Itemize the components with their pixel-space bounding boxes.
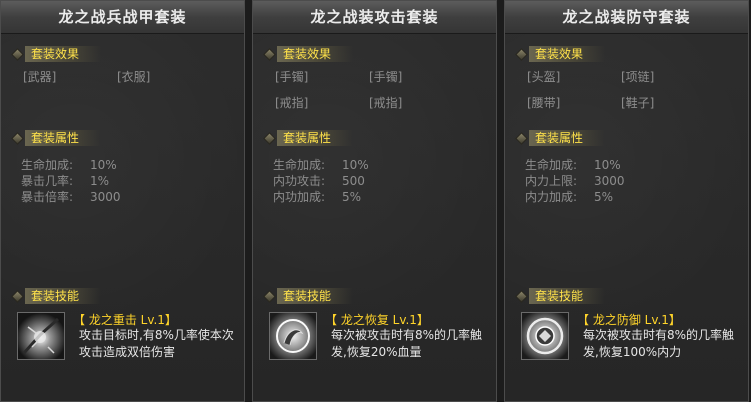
attr-name: 生命加成: — [273, 158, 326, 172]
set-skill-label: 套装技能 — [277, 288, 354, 304]
diamond-bullet-icon — [11, 131, 24, 145]
attr-row: 暴击几率: 1% — [21, 173, 121, 189]
attr-name: 生命加成: — [525, 158, 578, 172]
set-attr-label: 套装属性 — [529, 130, 606, 146]
skill-description: 攻击目标时,有8%几率使本次攻击造成双倍伤害 — [79, 328, 234, 359]
dragon-strike-icon[interactable] — [17, 312, 65, 360]
set-skill-header: 套装技能 — [11, 287, 102, 305]
attr-row: 内力加成: 5% — [525, 189, 625, 205]
attr-name: 内力上限: — [525, 174, 578, 188]
set-attr-list: 生命加成: 10% 暴击几率: 1% 暴击倍率: 3000 — [21, 157, 121, 205]
set-attr-header: 套装属性 — [263, 129, 354, 147]
dragon-defense-icon[interactable] — [521, 312, 569, 360]
slot-necklace[interactable]: [项链] — [621, 68, 654, 85]
slot-shoes[interactable]: [鞋子] — [621, 94, 654, 111]
attr-value: 3000 — [594, 174, 625, 188]
slot-helmet[interactable]: [头盔] — [527, 68, 560, 85]
panel-title: 龙之战装攻击套装 — [253, 1, 496, 34]
slot-ring-2[interactable]: [戒指] — [369, 94, 402, 111]
attr-value: 10% — [90, 158, 117, 172]
diamond-bullet-icon — [515, 131, 528, 145]
diamond-bullet-icon — [11, 289, 24, 303]
attr-row: 生命加成: 10% — [273, 157, 369, 173]
attr-row: 内功加成: 5% — [273, 189, 369, 205]
attr-name: 暴击倍率: — [21, 190, 74, 204]
attr-value: 1% — [90, 174, 110, 188]
set-attr-list: 生命加成: 10% 内功攻击: 500 内功加成: 5% — [273, 157, 369, 205]
skill-description: 每次被攻击时有8%的几率触发,恢复100%内力 — [583, 328, 735, 359]
attr-value: 10% — [594, 158, 621, 172]
set-panel-attack: 龙之战装攻击套装 套装效果 [手镯] [手镯] [戒指] [戒指] 套装属性 生… — [252, 0, 497, 402]
set-skill-label: 套装技能 — [529, 288, 606, 304]
attr-row: 暴击倍率: 3000 — [21, 189, 121, 205]
diamond-bullet-icon — [263, 289, 276, 303]
set-panel-defense: 龙之战装防守套装 套装效果 [头盔] [项链] [腰带] [鞋子] 套装属性 生… — [504, 0, 749, 402]
attr-value: 5% — [342, 190, 362, 204]
skill-name: 【 龙之重击 Lv.1】 — [73, 313, 177, 327]
attr-row: 生命加成: 10% — [21, 157, 121, 173]
attr-row: 内力上限: 3000 — [525, 173, 625, 189]
set-effect-label: 套装效果 — [25, 46, 102, 62]
panel-title: 龙之战兵战甲套装 — [1, 1, 244, 34]
set-effect-label: 套装效果 — [529, 46, 606, 62]
set-attr-header: 套装属性 — [515, 129, 606, 147]
attr-name: 内功攻击: — [273, 174, 326, 188]
attr-name: 内功加成: — [273, 190, 326, 204]
skill-name: 【 龙之防御 Lv.1】 — [577, 313, 681, 327]
attr-value: 500 — [342, 174, 365, 188]
set-skill-header: 套装技能 — [515, 287, 606, 305]
set-effect-label: 套装效果 — [277, 46, 354, 62]
set-skill-label: 套装技能 — [25, 288, 102, 304]
attr-row: 内功攻击: 500 — [273, 173, 369, 189]
slot-clothes[interactable]: [衣服] — [117, 68, 150, 85]
set-skill-header: 套装技能 — [263, 287, 354, 305]
slot-bracelet-2[interactable]: [手镯] — [369, 68, 402, 85]
slot-ring-1[interactable]: [戒指] — [275, 94, 308, 111]
set-effect-header: 套装效果 — [263, 45, 354, 63]
dragon-recovery-icon[interactable] — [269, 312, 317, 360]
set-attr-header: 套装属性 — [11, 129, 102, 147]
attr-name: 生命加成: — [21, 158, 74, 172]
set-panel-warrior-armor: 龙之战兵战甲套装 套装效果 [武器] [衣服] 套装属性 生命加成: 10% 暴击… — [0, 0, 245, 402]
diamond-bullet-icon — [515, 47, 528, 61]
attr-name: 内力加成: — [525, 190, 578, 204]
diamond-bullet-icon — [263, 131, 276, 145]
skill-name: 【 龙之恢复 Lv.1】 — [325, 313, 429, 327]
attr-row: 生命加成: 10% — [525, 157, 625, 173]
panel-title: 龙之战装防守套装 — [505, 1, 748, 34]
slot-belt[interactable]: [腰带] — [527, 94, 560, 111]
diamond-bullet-icon — [11, 47, 24, 61]
skill-description: 每次被攻击时有8%的几率触发,恢复20%血量 — [331, 328, 483, 359]
diamond-bullet-icon — [263, 47, 276, 61]
slot-weapon[interactable]: [武器] — [23, 68, 56, 85]
set-bonus-window: 龙之战兵战甲套装 套装效果 [武器] [衣服] 套装属性 生命加成: 10% 暴击… — [0, 0, 751, 402]
slot-bracelet-1[interactable]: [手镯] — [275, 68, 308, 85]
set-attr-label: 套装属性 — [277, 130, 354, 146]
set-attr-list: 生命加成: 10% 内力上限: 3000 内力加成: 5% — [525, 157, 625, 205]
set-attr-label: 套装属性 — [25, 130, 102, 146]
set-effect-header: 套装效果 — [11, 45, 102, 63]
diamond-bullet-icon — [515, 289, 528, 303]
attr-name: 暴击几率: — [21, 174, 74, 188]
attr-value: 5% — [594, 190, 614, 204]
attr-value: 3000 — [90, 190, 121, 204]
attr-value: 10% — [342, 158, 369, 172]
set-effect-header: 套装效果 — [515, 45, 606, 63]
